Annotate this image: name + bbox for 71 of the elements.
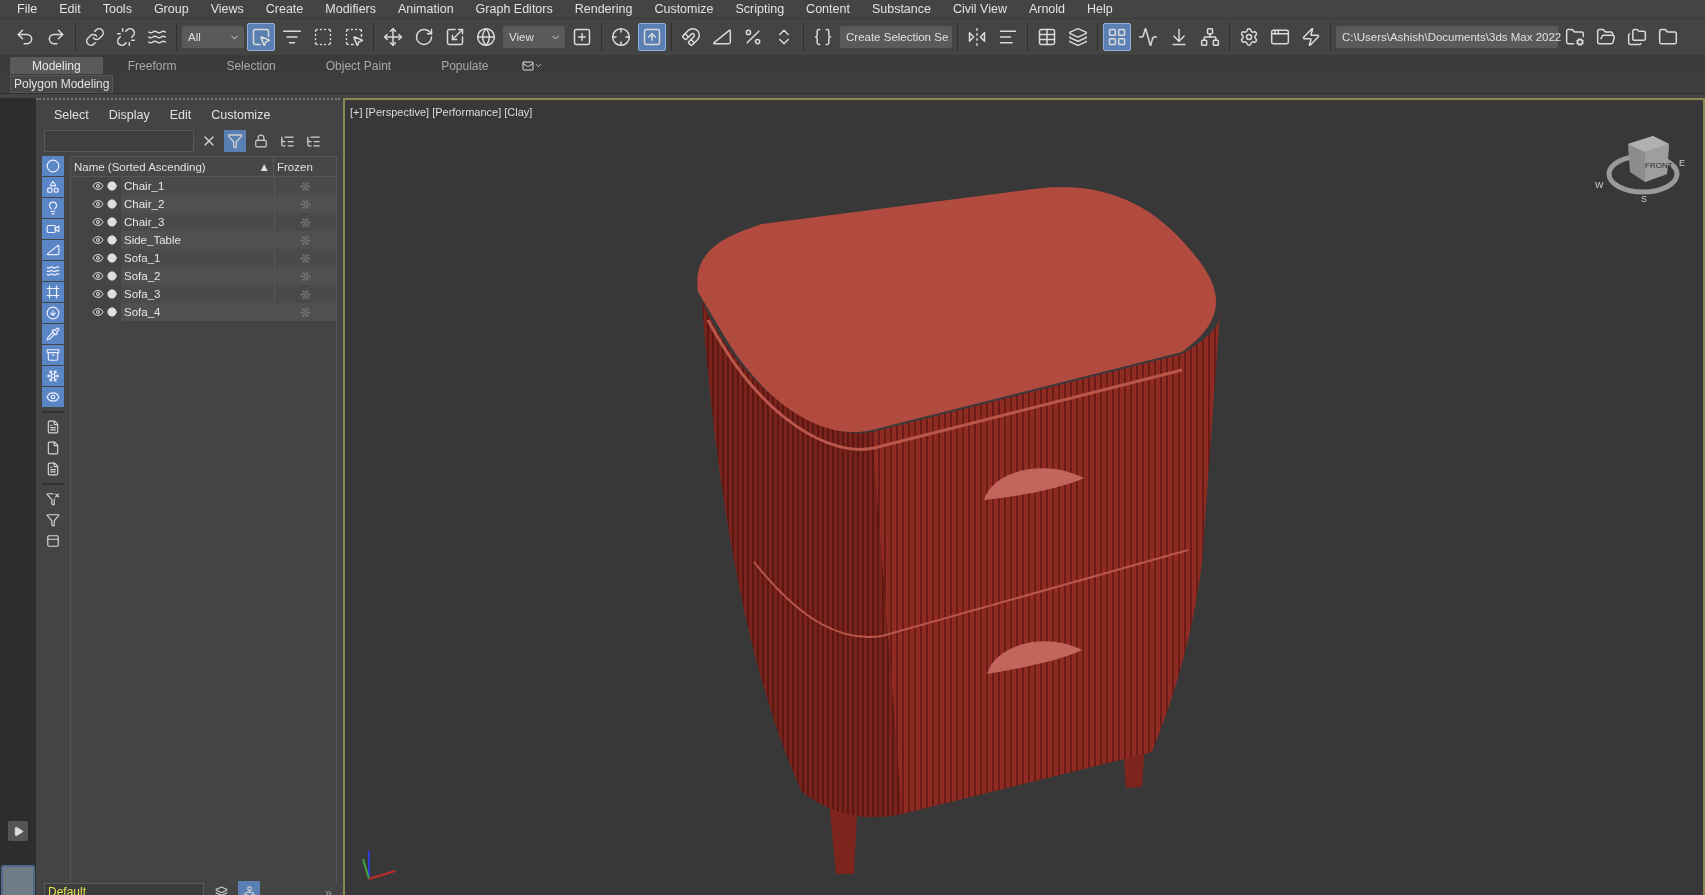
menu-item[interactable]: Graph Editors (464, 2, 564, 16)
menu-item[interactable]: Content (795, 2, 861, 16)
explorer-menu-item[interactable]: Customize (203, 108, 283, 122)
menu-item[interactable]: Customize (643, 2, 725, 16)
eye-icon[interactable] (92, 252, 104, 264)
layers-icon[interactable] (214, 885, 228, 895)
caret-icon[interactable] (533, 61, 543, 70)
dot-icon[interactable] (107, 217, 117, 227)
column-header[interactable]: Name (Sorted Ascending) ▲ (71, 157, 274, 176)
dot-icon[interactable] (107, 199, 117, 209)
viewport-label[interactable]: [Perspective] (365, 106, 430, 118)
ribbon-tab[interactable]: Object Paint (300, 57, 417, 74)
object-name[interactable]: Chair_1 (121, 177, 274, 195)
dot-icon[interactable] (107, 289, 117, 299)
object-name[interactable]: Side_Table (121, 231, 274, 249)
dot-icon[interactable] (107, 271, 117, 281)
viewcube-drawing[interactable] (1606, 136, 1680, 195)
menu-item[interactable]: Views (199, 2, 255, 16)
menu-item[interactable]: Help (1076, 2, 1124, 16)
dropdown[interactable]: View (503, 26, 565, 48)
more-button[interactable]: » (324, 884, 332, 895)
hierarchy-icon[interactable] (242, 885, 256, 895)
eye-icon[interactable] (92, 270, 104, 282)
menu-item[interactable]: Create (254, 2, 315, 16)
eye-icon[interactable] (92, 306, 104, 318)
explorer-menu-item[interactable]: Display (100, 108, 162, 122)
object-name[interactable]: Sofa_3 (121, 285, 274, 303)
eye-icon[interactable] (92, 216, 104, 228)
ribbon-tab[interactable]: Selection (201, 57, 301, 74)
menu-item[interactable]: Arnold (1017, 2, 1077, 16)
object-name[interactable]: Chair_3 (121, 213, 274, 231)
menu-item[interactable]: Animation (387, 2, 465, 16)
menu-item[interactable]: Rendering (563, 2, 644, 16)
viewport-label[interactable]: [+] (350, 106, 363, 118)
menu-item[interactable]: Civil View (941, 2, 1018, 16)
envelope-icon[interactable] (521, 59, 534, 72)
dot-icon[interactable] (107, 181, 117, 191)
eye-icon[interactable] (92, 234, 104, 246)
viewport[interactable]: [+] [Perspective] [Performance] [Clay] FRONT W E S (343, 98, 1705, 895)
dot-icon[interactable] (107, 253, 117, 263)
object-name[interactable]: Chair_2 (121, 195, 274, 213)
eye-icon[interactable] (92, 288, 104, 300)
object-name[interactable]: Sofa_4 (121, 303, 274, 321)
object-name[interactable]: Sofa_1 (121, 249, 274, 267)
menu-item[interactable]: Tools (91, 2, 143, 16)
compass-label[interactable]: E (1679, 158, 1685, 168)
menu-item[interactable]: Substance (860, 2, 942, 16)
viewport-label[interactable]: [Clay] (504, 106, 533, 118)
menu-item[interactable]: Modifiers (314, 2, 387, 16)
menu-item[interactable]: File (6, 2, 49, 16)
cube-face-label[interactable]: FRONT (1645, 161, 1673, 170)
dot-icon[interactable] (107, 307, 117, 317)
menu-item[interactable]: Group (142, 2, 200, 16)
explorer-menu-item[interactable]: Select (46, 108, 101, 122)
dropdown[interactable]: All (182, 26, 244, 48)
explorer-menu-item[interactable]: Edit (161, 108, 204, 122)
ribbon-tab[interactable]: Modeling (10, 57, 103, 74)
menu-item[interactable]: Edit (48, 2, 92, 16)
dot-icon[interactable] (107, 235, 117, 245)
viewport-label[interactable]: [Performance] (432, 106, 502, 118)
compass-label[interactable]: S (1641, 194, 1647, 204)
menu-item[interactable]: Scripting (724, 2, 796, 16)
compass-label[interactable]: W (1595, 180, 1604, 190)
ribbon-panel-label[interactable]: Polygon Modeling (10, 74, 114, 93)
eye-icon[interactable] (92, 198, 104, 210)
object-name[interactable]: Sofa_2 (121, 267, 274, 285)
search-field[interactable] (44, 130, 194, 152)
ribbon-tab[interactable]: Populate (416, 57, 514, 74)
eye-icon[interactable] (92, 180, 104, 192)
ribbon-tab[interactable]: Freeform (102, 57, 202, 74)
dropdown[interactable]: Create Selection Se (840, 26, 952, 48)
